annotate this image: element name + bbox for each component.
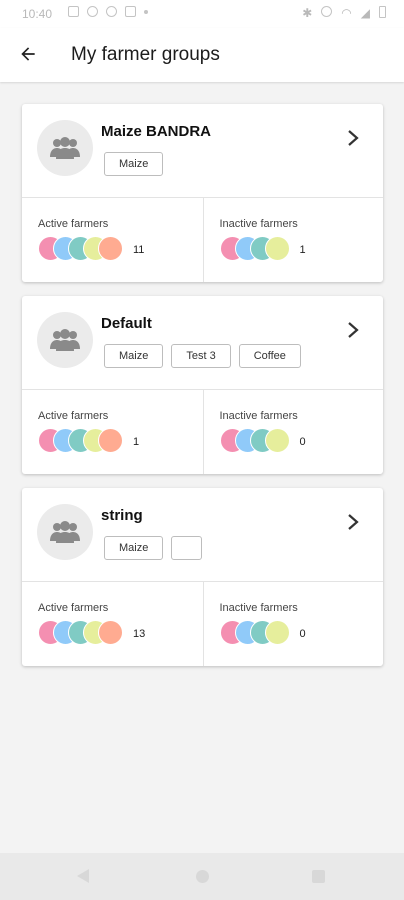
group-icon xyxy=(50,137,80,159)
active-farmers-stat: Active farmers 1 xyxy=(22,390,203,474)
inactive-farmers-stat: Inactive farmers 0 xyxy=(202,390,384,474)
crop-tags: Maize xyxy=(104,536,203,560)
group-name: string xyxy=(101,507,143,524)
notification-icon xyxy=(125,6,136,17)
chevron-right-icon xyxy=(348,322,359,338)
farmer-avatar xyxy=(98,236,123,261)
crop-tag xyxy=(171,536,203,560)
open-group-button[interactable] xyxy=(345,320,361,340)
chevron-right-icon xyxy=(348,130,359,146)
nav-home-button[interactable] xyxy=(196,870,209,883)
notification-icons xyxy=(68,6,148,17)
group-header[interactable]: Default Maize Test 3 Coffee xyxy=(22,296,383,390)
crop-tag: Test 3 xyxy=(171,344,231,368)
group-avatar xyxy=(37,120,93,176)
active-farmers-label: Active farmers xyxy=(38,410,109,422)
inactive-farmers-count: 0 xyxy=(299,436,306,448)
notification-icon xyxy=(106,6,117,17)
chevron-right-icon xyxy=(348,514,359,530)
inactive-farmers-stat: Inactive farmers 1 xyxy=(202,198,384,282)
active-farmers-count: 11 xyxy=(133,244,145,256)
nav-recents-button[interactable] xyxy=(312,870,325,883)
status-time: 10:40 xyxy=(22,7,53,21)
group-card[interactable]: Default Maize Test 3 Coffee Active farmers 1 I… xyxy=(22,296,383,474)
farmer-avatar xyxy=(98,620,123,645)
active-farmers-label: Active farmers xyxy=(38,602,109,614)
crop-tag: Coffee xyxy=(238,344,301,368)
group-icon xyxy=(50,329,80,351)
farmer-stats: Active farmers 11 Inactive farmers 1 xyxy=(22,198,383,282)
inactive-farmers-count: 0 xyxy=(299,628,306,640)
farmer-stats: Active farmers 1 Inactive farmers 0 xyxy=(22,390,383,474)
more-notifications-icon xyxy=(144,10,148,14)
nav-back-button[interactable] xyxy=(77,869,89,883)
group-name: Default xyxy=(101,315,152,332)
inactive-farmers-label: Inactive farmers xyxy=(219,410,298,422)
farmer-avatar xyxy=(264,236,290,261)
crop-tag: Maize xyxy=(104,536,164,560)
farmer-avatar xyxy=(264,428,290,453)
crop-tag: Maize xyxy=(104,344,164,368)
battery-icon xyxy=(379,6,386,18)
active-farmers-stat: Active farmers 13 xyxy=(22,582,203,666)
system-icons: ✱ ◠ ◢ xyxy=(302,6,386,20)
open-group-button[interactable] xyxy=(345,128,361,148)
active-farmers-label: Active farmers xyxy=(38,218,109,230)
group-card[interactable]: string Maize Active farmers 13 Inactive farm… xyxy=(22,488,383,666)
active-farmers-stat: Active farmers 11 xyxy=(22,198,203,282)
inactive-farmers-label: Inactive farmers xyxy=(219,218,298,230)
signal-icon: ◢ xyxy=(360,6,370,20)
data-saver-icon xyxy=(321,6,333,17)
group-header[interactable]: string Maize xyxy=(22,488,383,582)
status-bar: 10:40 ✱ ◠ ◢ xyxy=(0,0,404,28)
back-button[interactable] xyxy=(14,40,42,68)
app-bar: My farmer groups xyxy=(0,28,404,82)
wifi-icon: ◠ xyxy=(341,6,352,20)
group-card[interactable]: Maize BANDRA Maize Active farmers 11 Inactiv… xyxy=(22,104,383,282)
active-farmers-count: 13 xyxy=(133,628,146,640)
group-icon xyxy=(50,521,80,543)
page-title: My farmer groups xyxy=(71,44,220,65)
active-farmers-count: 1 xyxy=(133,436,140,448)
crop-tag: Maize xyxy=(104,152,164,176)
inactive-farmers-stat: Inactive farmers 0 xyxy=(202,582,384,666)
notification-icon xyxy=(68,6,79,17)
system-nav-bar xyxy=(0,853,404,900)
farmer-avatar xyxy=(98,428,123,453)
arrow-left-icon xyxy=(21,47,35,61)
open-group-button[interactable] xyxy=(345,512,361,532)
group-name: Maize BANDRA xyxy=(101,123,212,140)
inactive-farmers-count: 1 xyxy=(299,244,306,256)
group-avatar xyxy=(37,504,93,560)
notification-icon xyxy=(87,6,98,17)
crop-tags: Maize Test 3 Coffee xyxy=(104,344,301,368)
farmer-stats: Active farmers 13 Inactive farmers 0 xyxy=(22,582,383,666)
crop-tags: Maize xyxy=(104,152,164,176)
bluetooth-icon: ✱ xyxy=(302,6,313,20)
group-header[interactable]: Maize BANDRA Maize xyxy=(22,104,383,198)
inactive-farmers-label: Inactive farmers xyxy=(219,602,298,614)
farmer-avatar xyxy=(264,620,290,645)
group-avatar xyxy=(37,312,93,368)
